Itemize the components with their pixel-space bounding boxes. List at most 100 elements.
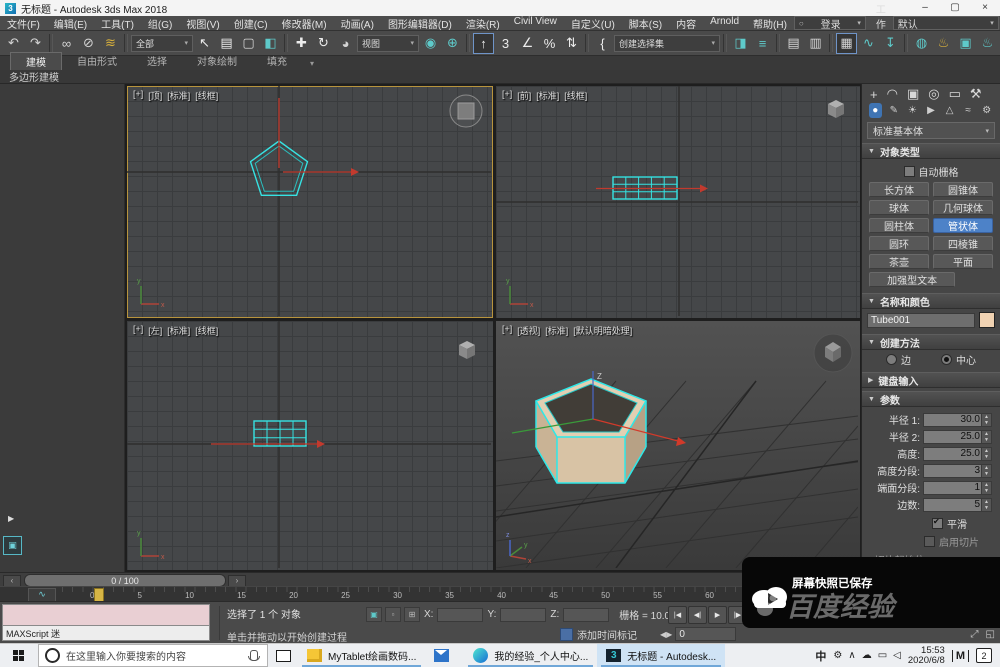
creation-method-rollout-header[interactable]: ▼ 创建方法 (862, 334, 1000, 350)
object-type-button[interactable]: 平面 (933, 254, 993, 269)
percent-snap-icon[interactable]: % ▾ (539, 33, 560, 54)
viewport-label-segment[interactable]: [标准] (167, 324, 190, 337)
maxscript-macro-recorder[interactable] (2, 604, 210, 626)
workspace-dropdown[interactable]: 默认 ▾ (892, 16, 999, 31)
taskbar-app-stickynotes[interactable]: MyTablet绘画数码... (298, 644, 425, 667)
taskbar-app-mail[interactable] (425, 644, 464, 667)
modify-tab-icon[interactable]: ◠ (887, 86, 898, 102)
align-icon[interactable]: ≡ ▾ (752, 33, 773, 54)
notification-center-button[interactable]: 2 (976, 648, 992, 663)
selection-filter-dropdown[interactable]: 全部 ▾ (131, 34, 193, 52)
toolbar-separator[interactable]: ▾ (124, 34, 128, 52)
maximize-viewport-toggle-icon[interactable]: ◱ (986, 629, 995, 640)
viewcube[interactable] (813, 333, 853, 373)
ribbon-tab[interactable]: 建模 (10, 52, 62, 70)
select-and-link-icon[interactable]: ∞ ▾ (56, 33, 77, 54)
layer-explorer-icon[interactable]: ▤ ▾ (783, 33, 804, 54)
menu-item[interactable]: 脚本(S) (622, 16, 669, 31)
current-frame-field[interactable]: 0 (675, 627, 737, 641)
parameter-spinner-field[interactable]: 3 ▲ ▼ (923, 463, 992, 478)
toolbar-separator[interactable]: ▾ (829, 34, 833, 52)
spinner-arrows-icon[interactable]: ▲▼ (981, 446, 992, 461)
display-icon[interactable]: ▭ (878, 650, 887, 661)
menu-item[interactable]: 内容 (669, 16, 703, 31)
left-viewport-canvas[interactable]: x y (127, 321, 491, 568)
isolate-selection-icon[interactable]: ▣ (366, 607, 382, 622)
smooth-checkbox[interactable] (932, 517, 943, 529)
motion-tab-icon[interactable]: ◎ (928, 86, 939, 102)
taskbar-clock[interactable]: 15:53 2020/6/8 (908, 645, 945, 666)
lights-category-icon[interactable]: ☀ (906, 103, 919, 118)
selection-set-dropdown[interactable]: 创建选择集 ▾ (614, 34, 720, 52)
scene-explorer-icon[interactable]: ▥ ▾ (805, 33, 826, 54)
helpers-category-icon[interactable]: △ (943, 103, 956, 118)
object-type-button[interactable]: 圆环 (869, 236, 929, 251)
track-bar[interactable]: ∿ 0510152025303540455055606570 (0, 586, 861, 603)
y-coordinate-field[interactable] (500, 607, 547, 622)
ribbon-toggle-icon[interactable]: ▦ ▾ (836, 32, 857, 54)
menu-item[interactable]: 视图(V) (179, 16, 226, 31)
ime-indicator[interactable]: 中 (815, 648, 826, 664)
shapes-category-icon[interactable]: ✎ (888, 103, 901, 118)
menu-item[interactable]: 文件(F) (0, 16, 47, 31)
menu-item[interactable]: 工具(T) (94, 16, 141, 31)
frame-spinner-arrows-icon[interactable]: ◀▶ (660, 630, 672, 639)
parameter-spinner-field[interactable]: 30.0 ▲ ▼ (923, 412, 992, 427)
ribbon-tab[interactable]: 对象绘制 (182, 52, 252, 70)
ribbon-tab[interactable]: 自由形式 (62, 52, 132, 70)
viewcube[interactable] (459, 341, 475, 359)
taskbar-search-box[interactable]: 在这里输入你要搜索的内容 (38, 644, 268, 667)
object-type-rollout-header[interactable]: ▼ 对象类型 (862, 143, 1000, 159)
viewport-label-segment[interactable]: [标准] (167, 89, 190, 102)
spacewarps-category-icon[interactable]: ≈ (962, 103, 975, 118)
render-setup-icon[interactable]: ♨ ▾ (933, 33, 954, 54)
toolbar-separator[interactable]: ▾ (585, 34, 589, 52)
viewport-front[interactable]: [+] [前] [标准] [线框] x y (496, 86, 860, 318)
start-button[interactable] (0, 644, 38, 667)
taskbar-app-3dsmax[interactable]: 无标题 - Autodesk... (597, 644, 726, 667)
snaps-toggle-icon[interactable]: 3 ▾ (495, 33, 516, 54)
window-crossing-icon[interactable]: ◧ ▾ (260, 33, 281, 54)
maxscript-listener-label[interactable]: MAXScript 迷 (2, 626, 210, 641)
hidden-icons-chevron[interactable]: ∧ (848, 650, 855, 661)
menu-item[interactable]: 组(G) (141, 16, 179, 31)
viewport-label-segment[interactable]: [默认明暗处理] (573, 324, 632, 337)
menu-item[interactable]: 编辑(E) (47, 16, 94, 31)
angle-snap-icon[interactable]: ∠ ▾ (517, 33, 538, 54)
utilities-tab-icon[interactable]: ⚒ (970, 86, 982, 102)
viewport-label-segment[interactable]: [前] (517, 89, 531, 102)
toolbar-separator[interactable]: ▾ (904, 34, 908, 52)
undo-icon[interactable]: ↶ ▾ (3, 33, 24, 54)
ime-mode-icon[interactable]: M (951, 649, 969, 662)
screenshot-saved-toast[interactable]: 屏幕快照已保存 百度经验 (742, 557, 1000, 628)
object-type-button[interactable]: 球体 (869, 200, 929, 215)
viewport-label-segment[interactable]: [+] (502, 324, 512, 337)
viewport-label-segment[interactable]: [左] (148, 324, 162, 337)
systems-category-icon[interactable]: ⚙ (980, 103, 993, 118)
time-tag-label[interactable]: 添加时间标记 (577, 627, 637, 642)
rectangular-selection-icon[interactable]: ▢ ▾ (238, 33, 259, 54)
named-selection-sets-icon[interactable]: { ▾ (592, 33, 613, 54)
parameters-rollout-header[interactable]: ▼ 参数 (862, 391, 1000, 407)
spinner-snap-icon[interactable]: ⇅ ▾ (561, 33, 582, 54)
menu-item[interactable]: 帮助(H) (746, 16, 794, 31)
menu-item[interactable]: 自定义(U) (564, 16, 622, 31)
spinner-arrows-icon[interactable]: ▲▼ (981, 412, 992, 427)
object-color-swatch[interactable] (979, 312, 995, 328)
object-type-button[interactable]: 茶壶 (869, 254, 929, 269)
viewcube[interactable] (828, 100, 844, 118)
parameter-spinner-field[interactable]: 25.0 ▲ ▼ (923, 446, 992, 461)
viewport-label-segment[interactable]: [线框] (195, 324, 218, 337)
bind-to-space-warp-icon[interactable]: ≋ ▾ (100, 33, 121, 54)
object-type-button[interactable]: 长方体 (869, 182, 929, 197)
toolbar-separator[interactable]: ▾ (49, 34, 53, 52)
viewport-label-segment[interactable]: [线框] (564, 89, 587, 102)
use-pivot-center-icon[interactable]: ◉ ▾ (420, 33, 441, 54)
menu-item[interactable]: 渲染(R) (459, 16, 507, 31)
create-tab-icon[interactable]: + (870, 87, 878, 102)
absolute-mode-icon[interactable]: ⊞ (404, 607, 420, 622)
selection-lock-icon[interactable]: ▫ (385, 607, 401, 622)
go-to-start-button[interactable]: |◀ (668, 606, 687, 624)
spinner-arrows-icon[interactable]: ▲▼ (981, 429, 992, 444)
object-type-button[interactable]: 几何球体 (933, 200, 993, 215)
